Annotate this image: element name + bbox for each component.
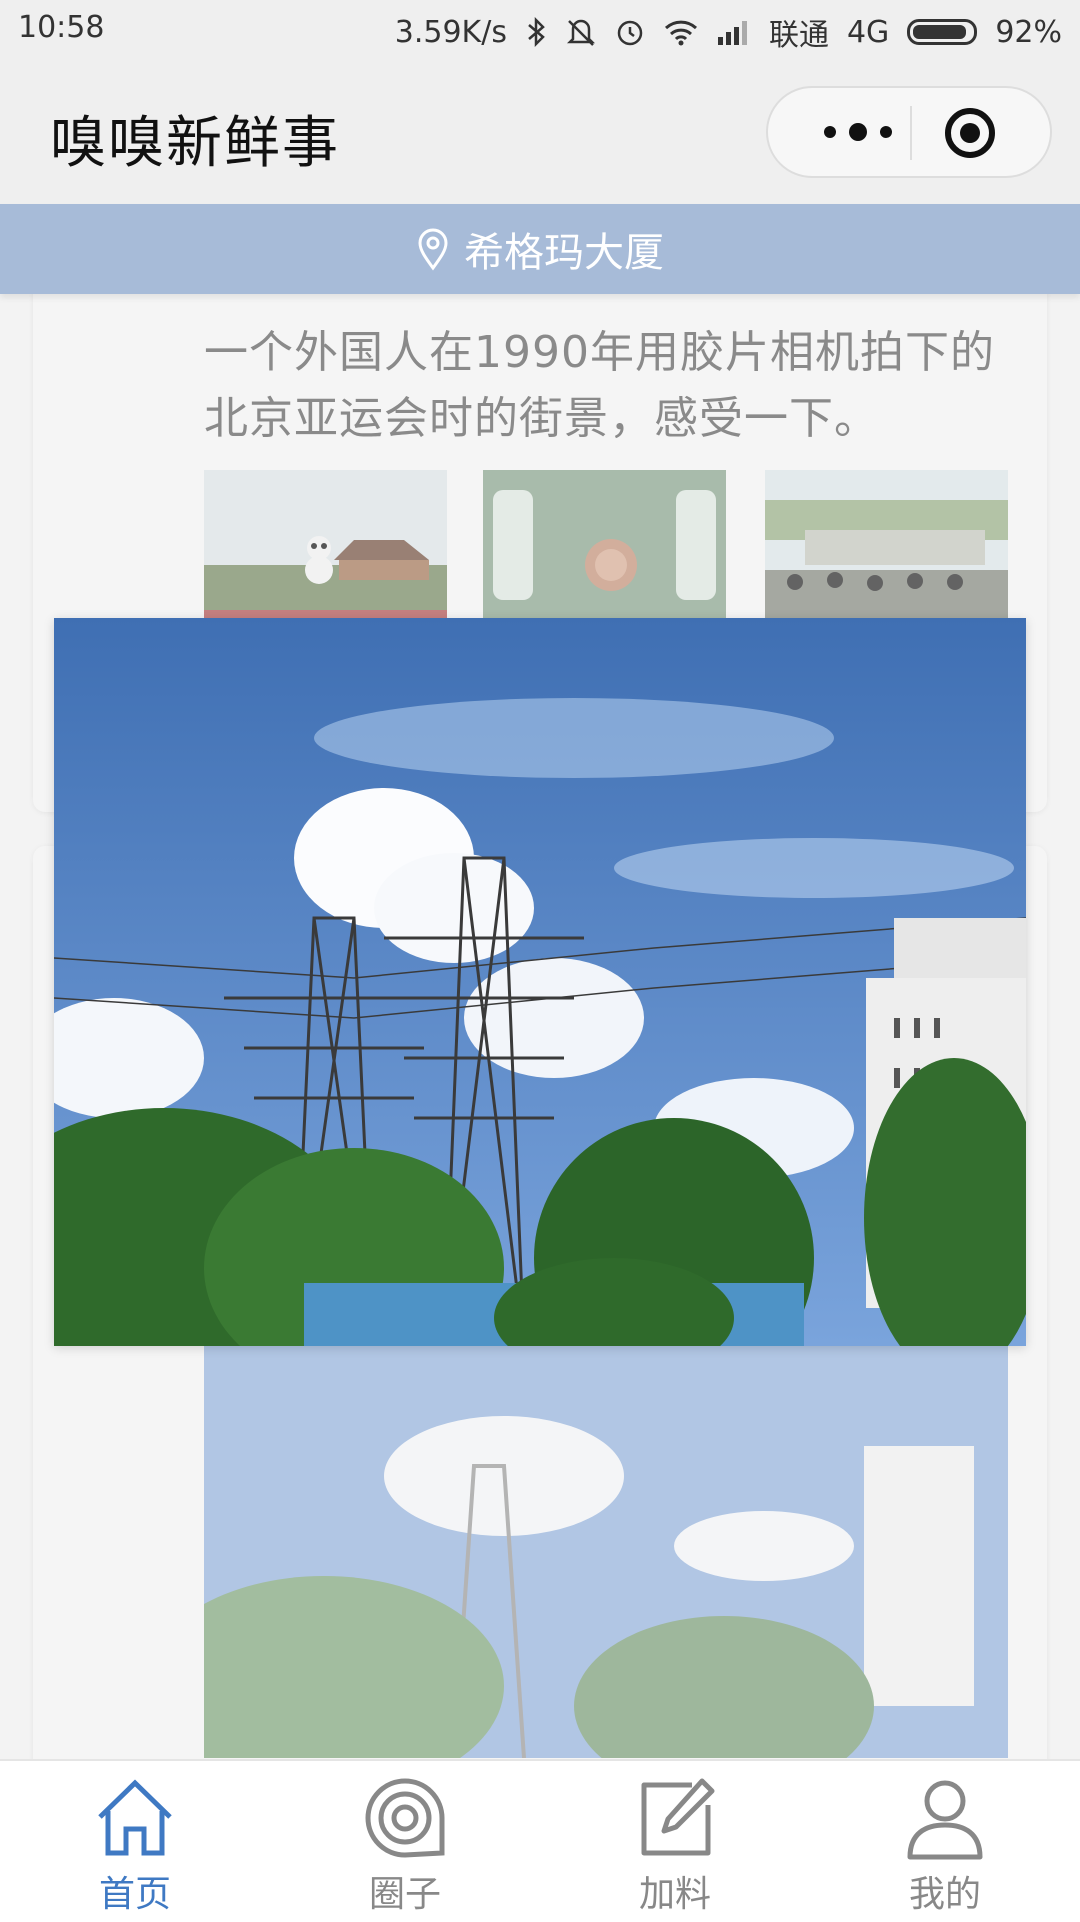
- wifi-icon: [664, 20, 697, 46]
- network-speed: 3.59K/s: [394, 14, 507, 50]
- home-icon: [98, 1779, 172, 1856]
- photo-preview[interactable]: [54, 618, 1026, 1346]
- location-name: 希格玛大厦: [464, 230, 664, 276]
- carrier: 联通: [768, 18, 829, 53]
- status-indicators: 3.59K/s 联通 4G 92%: [395, 10, 1062, 54]
- more-menu-icon[interactable]: [808, 88, 908, 176]
- signal-icon: [717, 21, 747, 45]
- post-photo-thumbnail[interactable]: [483, 470, 726, 618]
- tab-label: 我的: [908, 1874, 981, 1915]
- network-type: 4G: [846, 14, 890, 50]
- alarm-icon: [617, 20, 643, 46]
- user-icon: [907, 1780, 983, 1860]
- tab-label: 圈子: [368, 1874, 441, 1915]
- edit-icon: [641, 1778, 715, 1856]
- bluetooth-icon: [528, 17, 545, 47]
- tab-label: 加料: [638, 1874, 711, 1915]
- capsule-divider: [910, 106, 912, 160]
- post-photo-thumbnail[interactable]: [204, 470, 447, 618]
- post-photo-thumbnail[interactable]: [765, 470, 1008, 618]
- tab-home[interactable]: 首页: [0, 1761, 270, 1922]
- tab-circle[interactable]: 圈子: [270, 1761, 540, 1922]
- circle-icon: [365, 1778, 445, 1858]
- navigation-bar: 嗅嗅新鲜事: [0, 60, 1080, 204]
- tab-label: 首页: [98, 1874, 171, 1915]
- post-photo[interactable]: [204, 1346, 1008, 1758]
- close-miniprogram-icon[interactable]: [943, 106, 997, 160]
- battery-icon: [907, 19, 978, 45]
- tab-add[interactable]: 加料: [540, 1761, 810, 1922]
- page-title: 嗅嗅新鲜事: [50, 111, 340, 176]
- post-text: 一个外国人在1990年用胶片相机拍下的北京亚运会时的街景，感受一下。: [204, 327, 995, 444]
- battery-percent: 92%: [995, 14, 1062, 50]
- mini-program-capsule: [766, 86, 1052, 178]
- tab-bar: 首页 圈子 加料 我的: [0, 1759, 1080, 1922]
- location-bar[interactable]: 希格玛大厦: [0, 204, 1080, 294]
- mute-icon: [566, 19, 595, 46]
- location-pin-icon: [418, 228, 448, 271]
- tab-mine[interactable]: 我的: [810, 1761, 1080, 1922]
- status-time: 10:58: [18, 10, 105, 45]
- status-bar: 10:58 3.59K/s 联通 4G 92%: [0, 0, 1080, 60]
